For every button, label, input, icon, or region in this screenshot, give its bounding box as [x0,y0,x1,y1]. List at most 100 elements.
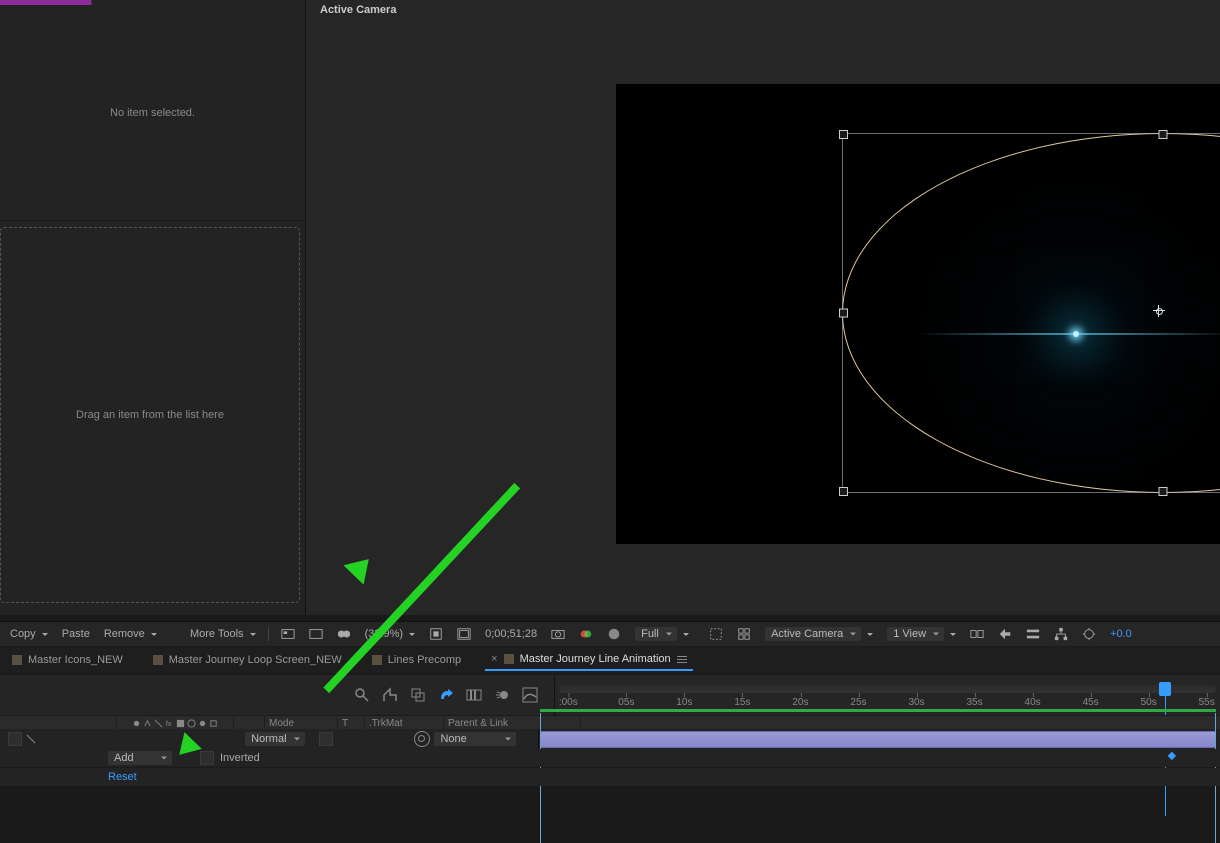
cache-indicator [540,709,1216,712]
ruler-tick: 35s [966,697,982,708]
toggle-mask-icon[interactable] [331,625,357,643]
resolution-dropdown[interactable]: Full [635,627,677,641]
composition-viewer[interactable]: Active Camera [306,0,1220,615]
work-area-bar[interactable] [559,685,1216,693]
mask-ellipse-outline[interactable] [842,133,1220,493]
search-icon[interactable] [354,687,370,703]
parent-dropdown[interactable]: None [434,732,516,746]
ruler-tick: 15s [734,697,750,708]
ruler-tick: 20s [792,697,808,708]
ruler-tick: 40s [1025,697,1041,708]
pixel-aspect-icon[interactable] [964,625,990,643]
mask-property-row[interactable]: Add Inverted [0,749,1220,767]
resize-handle[interactable] [839,130,848,139]
reset-link[interactable]: Reset [108,771,137,783]
remove-button[interactable]: Remove [98,626,163,642]
roi-icon[interactable] [703,625,729,643]
resize-handle[interactable] [1159,130,1168,139]
comp-swatch-icon [12,655,22,665]
toggle-transparency-icon[interactable] [303,625,329,643]
more-tools-button[interactable]: More Tools [184,626,262,642]
mask-reset-row: Reset [0,768,1220,786]
toggle-alpha-icon[interactable] [275,625,301,643]
blend-mode-dropdown[interactable]: Normal [245,732,304,746]
view-count-dropdown[interactable]: 1 View [887,627,944,641]
layer-duration-bar[interactable] [540,731,1216,748]
viewer-canvas[interactable] [616,84,1220,544]
t-header: T [338,716,365,730]
timeline-tabs: Master Icons_NEW Master Journey Loop Scre… [0,647,1220,673]
trkmat-header: .TrkMat [365,716,444,730]
keyframe-diamond[interactable] [1168,752,1176,760]
inverted-label: Inverted [220,752,260,764]
timeline-icon[interactable] [1020,625,1046,643]
playhead[interactable] [1159,682,1171,696]
comp-mini-flowchart-icon[interactable] [382,687,398,703]
resize-handle[interactable] [839,309,848,318]
ruler-tick: 30s [908,697,924,708]
ruler-tick: :00s [559,697,578,708]
selection-bounding-box[interactable] [842,133,1220,493]
left-panel: No item selected. Drag an item from the … [0,0,306,615]
tab-label: Master Icons_NEW [28,654,123,666]
layer-track[interactable] [539,729,1220,749]
comp-swatch-icon [372,655,382,665]
layer-switches-header: fx [117,716,234,730]
tab-label: Master Journey Loop Screen_NEW [169,654,342,666]
pickwhip-icon[interactable] [414,731,430,747]
mask-mode-dropdown[interactable]: Add [108,751,172,765]
no-item-message: No item selected. [0,5,305,221]
tab-label: Master Journey Line Animation [520,653,671,665]
zoom-level[interactable]: (32.9%) [359,626,422,642]
current-time[interactable]: 0;00;51;28 [479,626,543,642]
timeline-tab[interactable]: Lines Precomp [366,650,467,670]
switch-box[interactable] [8,732,22,746]
drop-hint: Drag an item from the list here [76,409,224,421]
timeline-tab[interactable]: Master Icons_NEW [6,650,129,670]
draft-3d-icon[interactable] [410,687,426,703]
frame-blend-icon[interactable] [466,687,482,703]
svg-text:fx: fx [166,719,172,728]
trkmat-box[interactable] [319,732,333,746]
ruler-tick: 45s [1083,697,1099,708]
layer-row[interactable]: Normal None [0,729,1220,749]
resize-handle[interactable] [839,487,848,496]
ruler-tick: 05s [618,697,634,708]
copy-button[interactable]: Copy [4,626,54,642]
resolution-down-icon[interactable] [423,625,449,643]
drop-zone[interactable]: Drag an item from the list here [0,227,300,603]
motion-blur-icon[interactable] [494,687,510,703]
timeline-tab[interactable]: Master Journey Loop Screen_NEW [147,650,348,670]
keyframe-track[interactable] [646,749,1220,767]
shy-icon[interactable] [438,687,454,703]
grid-icon[interactable] [731,625,757,643]
resize-handle[interactable] [1159,487,1168,496]
paste-button[interactable]: Paste [56,626,96,642]
comp-swatch-icon [153,655,163,665]
tab-label: Lines Precomp [388,654,461,666]
exposure-value[interactable]: +0.0 [1104,626,1138,642]
color-mgmt-icon[interactable] [601,625,627,643]
graph-editor-icon[interactable] [522,687,538,703]
comp-swatch-icon [504,654,514,664]
flowchart-icon[interactable] [1048,625,1074,643]
ruler-tick: 55s [1199,697,1215,708]
anchor-point-icon[interactable] [1155,307,1163,315]
tab-menu-icon[interactable] [677,654,687,664]
channel-icon[interactable] [573,625,599,643]
lens-flare [1046,304,1106,364]
fast-preview-icon[interactable] [992,625,1018,643]
safe-zones-icon[interactable] [451,625,477,643]
parent-header: Parent & Link [444,716,581,730]
solo-switch-icon[interactable] [26,734,36,744]
inverted-checkbox[interactable] [200,751,214,765]
ruler-tick: 25s [850,697,866,708]
viewer-camera-label: Active Camera [306,0,1220,16]
layer-switches[interactable] [0,732,116,746]
camera-dropdown[interactable]: Active Camera [765,627,861,641]
close-tab-icon[interactable]: × [491,653,497,665]
timeline-tab[interactable]: × Master Journey Line Animation [485,649,692,671]
snapshot-icon[interactable] [545,625,571,643]
preview-toolbar: Copy Paste Remove More Tools (32.9%) 0;0… [0,621,1220,646]
reset-exposure-icon[interactable] [1076,625,1102,643]
